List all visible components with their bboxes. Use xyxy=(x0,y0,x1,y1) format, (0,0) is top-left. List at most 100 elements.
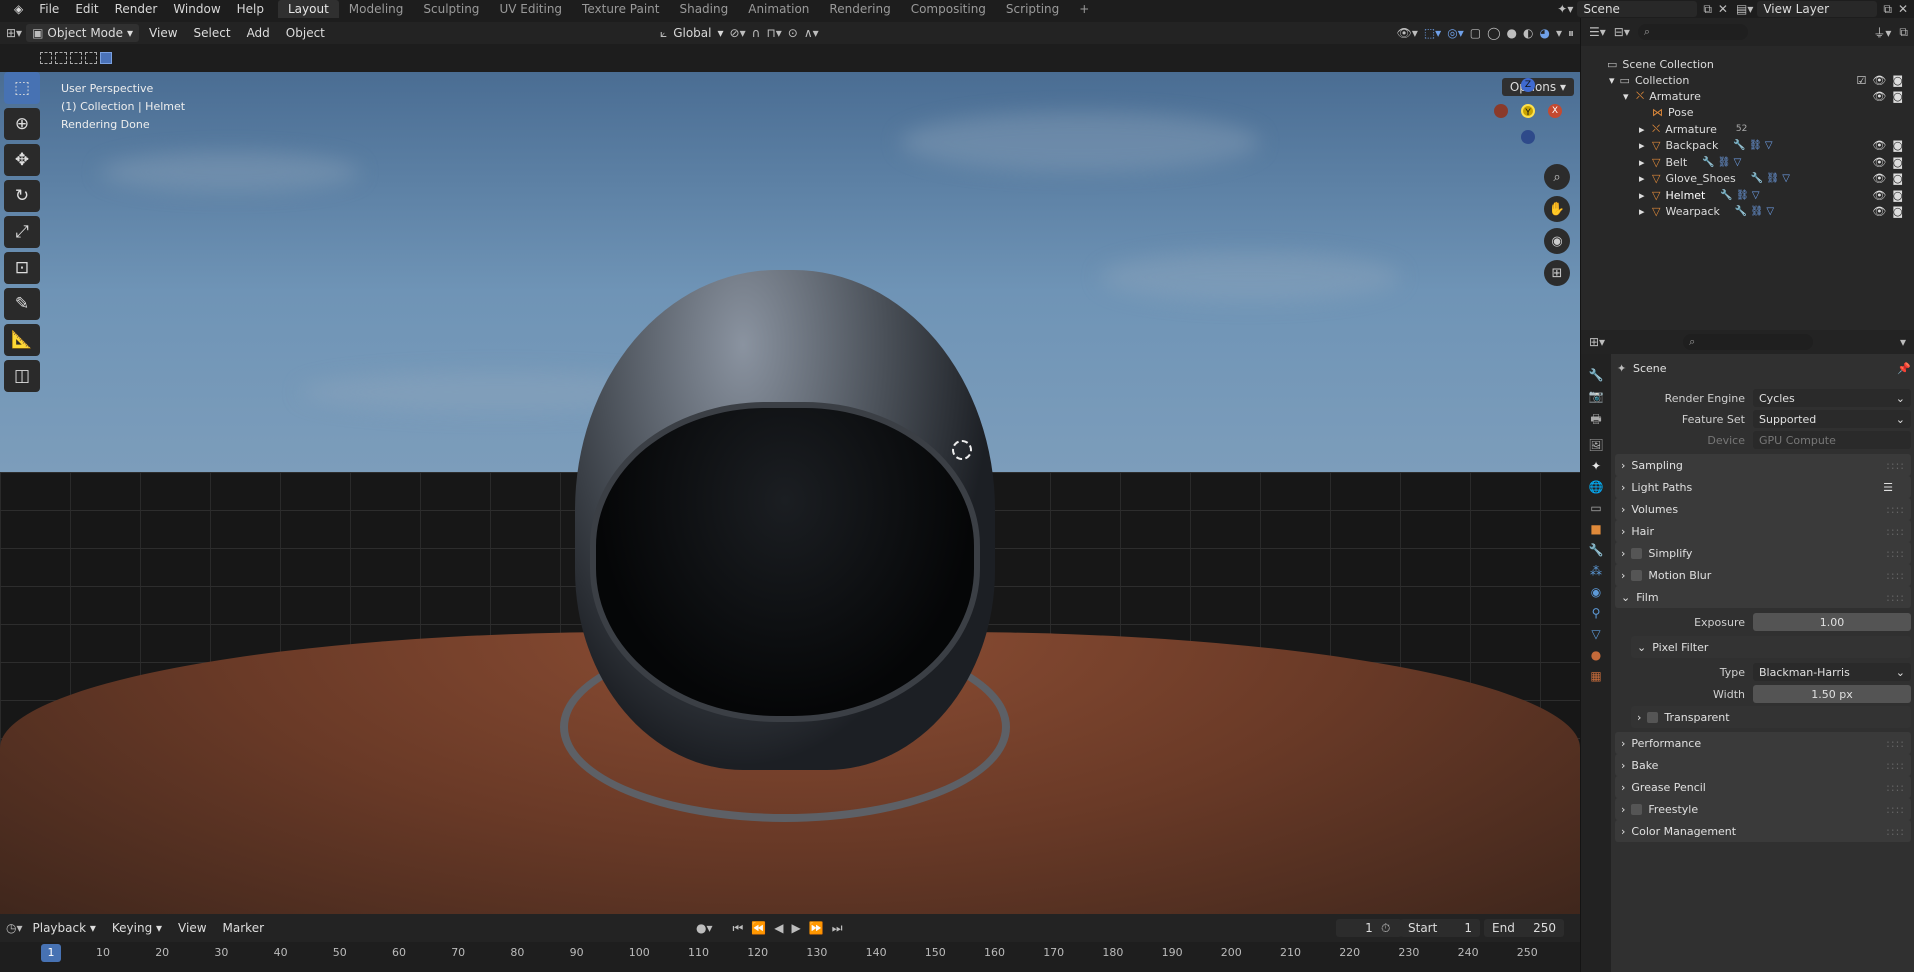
panel-simplify[interactable]: › Simplify:::: xyxy=(1615,542,1911,564)
collapse-arrow-icon[interactable]: ▸ xyxy=(1639,139,1647,152)
collapse-arrow-icon[interactable]: ▸ xyxy=(1639,189,1647,202)
drag-handle-icon[interactable]: :::: xyxy=(1886,825,1905,838)
select-extend-icon[interactable] xyxy=(55,52,67,64)
freestyle-checkbox[interactable] xyxy=(1631,803,1643,815)
select-subtract-icon[interactable] xyxy=(70,52,82,64)
3d-cursor-icon[interactable] xyxy=(952,440,972,460)
simplify-checkbox[interactable] xyxy=(1631,547,1643,559)
drag-handle-icon[interactable]: :::: xyxy=(1886,591,1905,604)
data-tab-icon[interactable]: ▽ xyxy=(1591,627,1600,641)
camera-icon[interactable]: ◙ xyxy=(1892,139,1903,152)
menu-keying[interactable]: Keying ▾ xyxy=(106,921,168,935)
world-tab-icon[interactable]: 🌐 xyxy=(1589,480,1604,494)
filter-type-dropdown[interactable]: Blackman-Harris ⌄ xyxy=(1753,663,1911,681)
particles-tab-icon[interactable]: ⁂ xyxy=(1590,564,1602,578)
eye-icon[interactable]: 👁 xyxy=(1872,74,1886,87)
orientation-dropdown[interactable]: Global xyxy=(673,26,711,40)
zoom-icon[interactable]: ⌕ xyxy=(1544,164,1570,190)
menu-render[interactable]: Render xyxy=(107,2,166,16)
select-intersect-icon[interactable] xyxy=(100,52,112,64)
gizmo-neg-z-axis[interactable] xyxy=(1521,130,1535,144)
drag-handle-icon[interactable]: :::: xyxy=(1886,503,1905,516)
jump-start-icon[interactable]: ⏮ xyxy=(733,921,744,936)
presets-list-icon[interactable]: ☰ xyxy=(1883,481,1893,494)
panel-performance[interactable]: › Performance:::: xyxy=(1615,732,1911,754)
transparent-checkbox[interactable] xyxy=(1647,711,1659,723)
blender-logo-icon[interactable]: ◈ xyxy=(6,2,31,16)
gizmo-z-axis[interactable]: Z xyxy=(1521,78,1535,92)
panel-sampling[interactable]: › Sampling:::: xyxy=(1615,454,1911,476)
filter-icon[interactable]: ⏚▾ xyxy=(1873,24,1891,41)
select-new-icon[interactable] xyxy=(40,52,52,64)
move-tool[interactable]: ✥ xyxy=(4,144,40,176)
eye-icon[interactable]: 👁 xyxy=(1872,205,1886,218)
start-frame-field[interactable]: Start 1 xyxy=(1400,919,1480,937)
cursor-tool[interactable]: ⊕ xyxy=(4,108,40,140)
menu-select[interactable]: Select xyxy=(188,26,237,40)
select-invert-icon[interactable] xyxy=(85,52,97,64)
select-box-tool[interactable]: ⬚ xyxy=(4,72,40,104)
drag-handle-icon[interactable]: :::: xyxy=(1886,569,1905,582)
constraints-tab-icon[interactable]: ⚲ xyxy=(1592,606,1601,620)
camera-icon[interactable]: ◙ xyxy=(1892,74,1903,87)
gizmo-x-axis[interactable]: X xyxy=(1548,104,1562,118)
end-frame-field[interactable]: End 250 xyxy=(1484,919,1564,937)
material-tab-icon[interactable]: ● xyxy=(1591,648,1601,662)
tab-sculpting[interactable]: Sculpting xyxy=(413,0,489,18)
delete-scene-icon[interactable]: ✕ xyxy=(1718,2,1728,16)
rotate-tool[interactable]: ↻ xyxy=(4,180,40,212)
scene-tab-icon[interactable]: ✦ xyxy=(1591,459,1601,473)
wireframe-shading-icon[interactable]: ◯ xyxy=(1487,26,1500,40)
menu-object[interactable]: Object xyxy=(280,26,331,40)
drag-handle-icon[interactable]: :::: xyxy=(1886,737,1905,750)
menu-window[interactable]: Window xyxy=(165,2,228,16)
panel-bake[interactable]: › Bake:::: xyxy=(1615,754,1911,776)
measure-tool[interactable]: 📐 xyxy=(4,324,40,356)
gizmo-toggle-icon[interactable]: ⬚▾ xyxy=(1424,26,1441,40)
outliner-search-input[interactable]: ⌕ xyxy=(1637,24,1748,40)
collection-tab-icon[interactable]: ▭ xyxy=(1590,501,1601,515)
solid-shading-icon[interactable]: ● xyxy=(1507,26,1517,40)
camera-icon[interactable]: ◙ xyxy=(1892,156,1903,169)
view-layer-icon[interactable]: ▤▾ xyxy=(1736,2,1753,16)
tab-texture-paint[interactable]: Texture Paint xyxy=(572,0,669,18)
tab-compositing[interactable]: Compositing xyxy=(901,0,996,18)
exposure-field[interactable]: 1.00 xyxy=(1753,613,1911,631)
tab-shading[interactable]: Shading xyxy=(669,0,738,18)
properties-editor-icon[interactable]: ⊞▾ xyxy=(1589,335,1605,349)
mode-dropdown[interactable]: ▣ Object Mode ▾ xyxy=(26,24,140,42)
delete-view-layer-icon[interactable]: ✕ xyxy=(1898,2,1908,16)
xray-icon[interactable]: ▢ xyxy=(1470,26,1481,40)
panel-freestyle[interactable]: › Freestyle:::: xyxy=(1615,798,1911,820)
collapse-arrow-icon[interactable]: ▸ xyxy=(1639,172,1647,185)
perspective-toggle-icon[interactable]: ⊞ xyxy=(1544,260,1570,286)
tab-scripting[interactable]: Scripting xyxy=(996,0,1069,18)
drag-handle-icon[interactable]: :::: xyxy=(1886,781,1905,794)
current-frame-field[interactable]: 1 xyxy=(1336,919,1402,937)
menu-help[interactable]: Help xyxy=(229,2,272,16)
scene-field[interactable]: Scene xyxy=(1577,1,1698,17)
menu-edit[interactable]: Edit xyxy=(67,2,106,16)
collapse-arrow-icon[interactable]: ▸ xyxy=(1639,123,1647,136)
overlays-icon[interactable]: ◎▾ xyxy=(1447,26,1464,40)
transform-tool[interactable]: ⊡ xyxy=(4,252,40,284)
tab-animation[interactable]: Animation xyxy=(738,0,819,18)
camera-icon[interactable]: ◙ xyxy=(1892,172,1903,185)
subpanel-pixel-filter[interactable]: ⌄ Pixel Filter xyxy=(1631,636,1911,658)
eye-icon[interactable]: 👁 xyxy=(1872,90,1886,103)
outliner-item[interactable]: ▸ ▽ Wearpack 🔧 ⛓ ▽ 👁 ◙ xyxy=(1639,202,1909,222)
add-workspace-button[interactable]: + xyxy=(1069,0,1099,18)
panel-light-paths[interactable]: › Light Paths ☰ xyxy=(1615,476,1911,498)
collapse-arrow-icon[interactable]: ▸ xyxy=(1639,205,1647,218)
eye-icon[interactable]: 👁 xyxy=(1872,139,1886,152)
drag-handle-icon[interactable]: :::: xyxy=(1886,525,1905,538)
drag-handle-icon[interactable]: :::: xyxy=(1886,759,1905,772)
proportional-edit-icon[interactable]: ⊙ xyxy=(788,26,798,40)
texture-tab-icon[interactable]: ▦ xyxy=(1590,669,1601,683)
tool-tab-icon[interactable]: 🔧 xyxy=(1589,368,1604,382)
display-mode-icon[interactable]: ⊟▾ xyxy=(1614,25,1630,39)
play-icon[interactable]: ▶ xyxy=(792,921,801,935)
camera-icon[interactable]: ◙ xyxy=(1892,205,1903,218)
camera-view-icon[interactable]: ◉ xyxy=(1544,228,1570,254)
device-dropdown[interactable]: GPU Compute xyxy=(1753,431,1911,449)
